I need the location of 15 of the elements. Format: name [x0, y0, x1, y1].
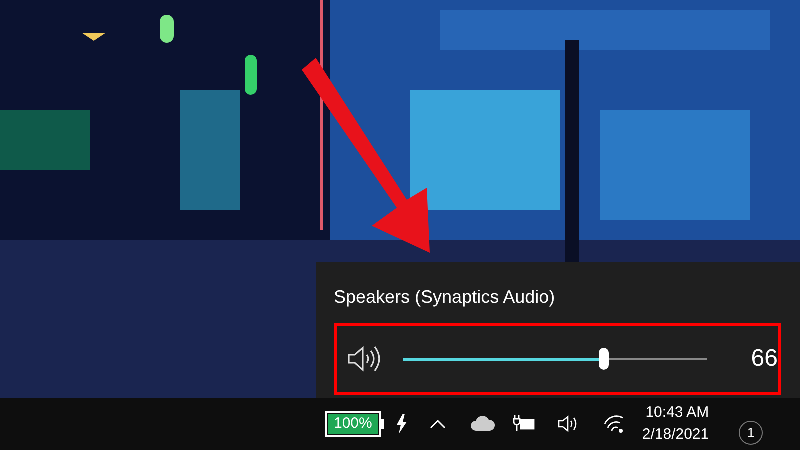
battery-percent: 100% — [328, 414, 378, 434]
lightning-icon[interactable] — [396, 414, 408, 434]
chevron-up-icon[interactable] — [430, 419, 446, 429]
speaker-icon — [347, 345, 383, 373]
slider-thumb[interactable] — [598, 348, 609, 370]
clock-date: 2/18/2021 — [642, 425, 710, 445]
clock-time: 10:43 AM — [646, 403, 710, 423]
wifi-icon[interactable] — [604, 415, 624, 433]
battery-charging-icon[interactable] — [512, 415, 536, 433]
notification-button[interactable]: 1 — [739, 421, 764, 445]
cloud-icon[interactable] — [470, 416, 496, 432]
clock[interactable]: 10:43 AM 2/18/2021 — [642, 402, 710, 446]
device-name: Speakers (Synaptics Audio) — [334, 286, 556, 309]
volume-value: 66 — [751, 344, 778, 374]
volume-slider[interactable] — [402, 348, 708, 370]
